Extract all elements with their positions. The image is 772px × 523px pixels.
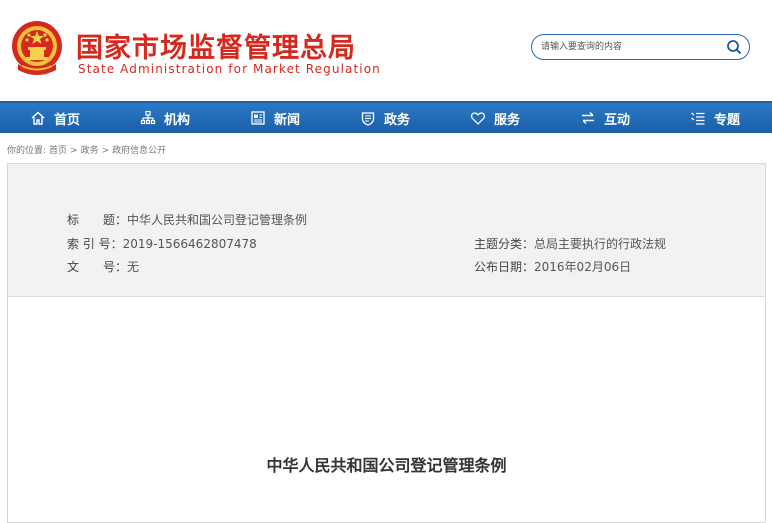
- search-input[interactable]: [541, 39, 721, 55]
- breadcrumb: 你的位置: 首页 > 政务 > 政府信息公开: [7, 143, 169, 156]
- main-nav: 首页 机构 新闻 政务 服务 互动 专题: [0, 101, 772, 133]
- meta-title-row: 标 题：中华人民共和国公司登记管理条例: [67, 211, 307, 228]
- document-metadata: 标 题：中华人民共和国公司登记管理条例 索 引 号：2019-156646280…: [8, 164, 765, 297]
- article-container: 标 题：中华人民共和国公司登记管理条例 索 引 号：2019-156646280…: [7, 163, 766, 523]
- meta-date-row: 公布日期：2016年02月06日: [474, 258, 631, 275]
- nav-item-label: 政务: [383, 112, 410, 128]
- nav-item-topics[interactable]: 专题: [660, 103, 770, 133]
- meta-index-label: 索 引 号：: [67, 237, 123, 251]
- nav-item-news[interactable]: 新闻: [220, 103, 330, 133]
- meta-date-label: 公布日期：: [474, 260, 535, 274]
- breadcrumb-item-government-affairs[interactable]: 政务: [81, 146, 99, 156]
- site-title[interactable]: 国家市场监督管理总局: [76, 26, 356, 65]
- breadcrumb-separator: >: [101, 146, 110, 156]
- nav-item-organization[interactable]: 机构: [110, 103, 220, 133]
- exchange-arrows-icon: [581, 112, 594, 124]
- document-heading: 中华人民共和国公司登记管理条例: [266, 456, 507, 475]
- nav-item-government-affairs[interactable]: 政务: [330, 103, 440, 133]
- heart-icon: [470, 112, 486, 125]
- nav-item-interaction[interactable]: 互动: [550, 103, 660, 133]
- meta-category-value: 总局主要执行的行政法规: [534, 237, 667, 251]
- topic-list-icon: [691, 112, 705, 125]
- search-box: [531, 34, 750, 60]
- home-icon: [31, 111, 45, 125]
- breadcrumb-prefix: 你的位置:: [7, 146, 47, 156]
- nav-item-services[interactable]: 服务: [440, 103, 550, 133]
- meta-index-value: 2019-1566462807478: [122, 237, 257, 251]
- org-chart-icon: [140, 110, 156, 125]
- national-emblem-icon[interactable]: [10, 18, 64, 80]
- nav-item-label: 新闻: [273, 112, 300, 128]
- meta-docno-label: 文 号：: [67, 260, 128, 274]
- nav-item-label: 服务: [493, 112, 520, 128]
- nav-item-label: 互动: [603, 112, 630, 128]
- nav-item-label: 专题: [713, 112, 740, 128]
- meta-docno-value: 无: [127, 260, 140, 274]
- breadcrumb-separator: >: [70, 146, 78, 156]
- meta-title-value: 中华人民共和国公司登记管理条例: [127, 213, 308, 227]
- meta-title-label: 标 题：: [67, 213, 128, 227]
- site-title-english: State Administration for Market Regulati…: [78, 62, 381, 76]
- nav-item-label: 机构: [163, 112, 190, 128]
- breadcrumb-item-home[interactable]: 首页: [49, 146, 67, 156]
- meta-category-row: 主题分类：总局主要执行的行政法规: [474, 235, 666, 252]
- meta-category-label: 主题分类：: [474, 237, 535, 251]
- meta-date-value: 2016年02月06日: [534, 260, 632, 274]
- site-header: 国家市场监督管理总局 State Administration for Mark…: [0, 0, 772, 101]
- government-affairs-icon: [361, 112, 375, 126]
- breadcrumb-item-info-disclosure[interactable]: 政府信息公开: [112, 146, 166, 156]
- meta-docno-row: 文 号：无: [67, 258, 139, 275]
- meta-index-row: 索 引 号：2019-1566462807478: [67, 235, 257, 252]
- nav-item-label: 首页: [53, 112, 80, 128]
- newspaper-icon: [251, 111, 265, 125]
- search-icon[interactable]: [726, 39, 742, 55]
- nav-item-home[interactable]: 首页: [0, 103, 110, 133]
